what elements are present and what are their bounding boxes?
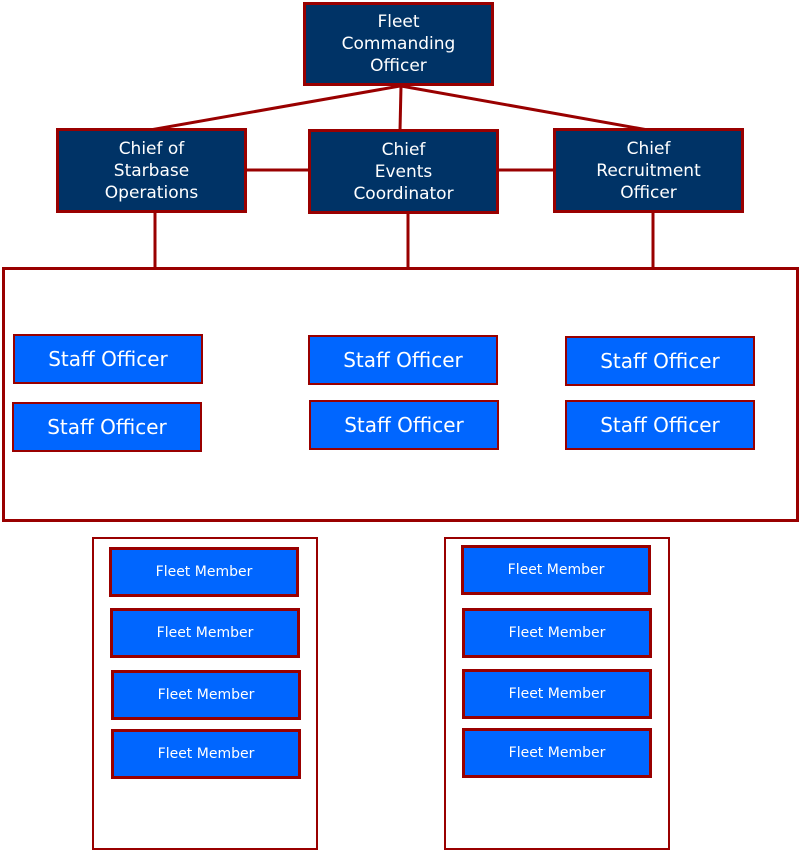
fleet-member-label: Fleet Member bbox=[507, 562, 605, 578]
fleet-member-box: Fleet Member bbox=[462, 728, 652, 778]
chief-label: Chief of Starbase Operations bbox=[104, 138, 199, 203]
fleet-member-box: Fleet Member bbox=[462, 669, 652, 719]
fleet-member-label: Fleet Member bbox=[155, 564, 253, 580]
chief-recruitment-officer-box: Chief Recruitment Officer bbox=[553, 128, 744, 213]
fleet-member-label: Fleet Member bbox=[156, 625, 254, 641]
chief-label: Chief Recruitment Officer bbox=[596, 138, 701, 203]
staff-officers-frame bbox=[2, 267, 799, 522]
connector-commander-chief-1 bbox=[149, 84, 401, 132]
staff-officer-label: Staff Officer bbox=[344, 413, 464, 437]
staff-officer-box: Staff Officer bbox=[308, 335, 498, 385]
fleet-member-label: Fleet Member bbox=[508, 686, 606, 702]
chief-label: Chief Events Coordinator bbox=[353, 139, 454, 204]
fleet-member-box: Fleet Member bbox=[461, 545, 651, 595]
fleet-commanding-officer-label: Fleet Commanding Officer bbox=[341, 12, 456, 76]
staff-officer-box: Staff Officer bbox=[309, 400, 499, 450]
staff-officer-label: Staff Officer bbox=[600, 349, 720, 373]
fleet-member-label: Fleet Member bbox=[508, 625, 606, 641]
staff-officer-box: Staff Officer bbox=[565, 400, 755, 450]
staff-officer-label: Staff Officer bbox=[343, 348, 463, 372]
staff-officer-label: Staff Officer bbox=[600, 413, 720, 437]
fleet-member-box: Fleet Member bbox=[109, 547, 299, 597]
fleet-member-box: Fleet Member bbox=[111, 670, 301, 720]
chief-events-coordinator-box: Chief Events Coordinator bbox=[308, 129, 499, 214]
fleet-commanding-officer-box: Fleet Commanding Officer bbox=[303, 2, 494, 86]
staff-officer-box: Staff Officer bbox=[13, 334, 203, 384]
fleet-member-box: Fleet Member bbox=[462, 608, 652, 658]
fleet-member-label: Fleet Member bbox=[508, 745, 606, 761]
fleet-member-label: Fleet Member bbox=[157, 746, 255, 762]
fleet-member-box: Fleet Member bbox=[110, 608, 300, 658]
staff-officer-box: Staff Officer bbox=[565, 336, 755, 386]
chief-starbase-operations-box: Chief of Starbase Operations bbox=[56, 128, 247, 213]
fleet-member-label: Fleet Member bbox=[157, 687, 255, 703]
connector-commander-chief-3 bbox=[400, 84, 649, 132]
staff-officer-label: Staff Officer bbox=[47, 415, 167, 439]
fleet-member-box: Fleet Member bbox=[111, 729, 301, 779]
connector-commander-chief-2 bbox=[398, 85, 403, 132]
staff-officer-box: Staff Officer bbox=[12, 402, 202, 452]
staff-officer-label: Staff Officer bbox=[48, 347, 168, 371]
